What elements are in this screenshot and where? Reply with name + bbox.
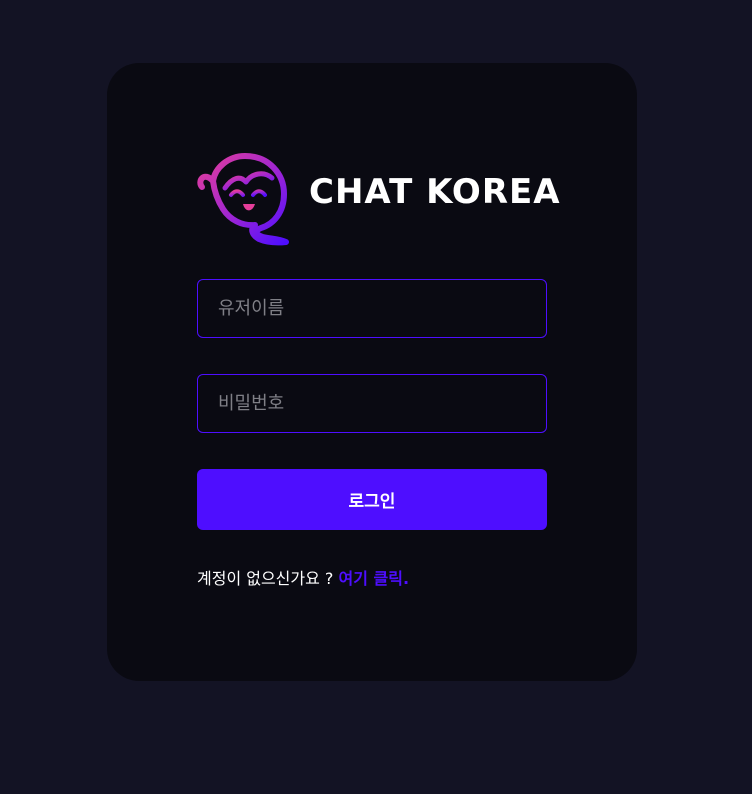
password-field[interactable]	[197, 374, 547, 433]
brand-title: CHAT KOREA	[309, 172, 561, 212]
username-field[interactable]	[197, 279, 547, 338]
signup-link[interactable]: 여기 클릭.	[339, 569, 410, 588]
login-card: CHAT KOREA 로그인 계정이 없으신가요 ? 여기 클릭.	[107, 63, 637, 681]
chat-girl-logo-icon	[197, 151, 295, 247]
login-button[interactable]: 로그인	[197, 469, 547, 530]
brand-header: CHAT KOREA	[197, 151, 560, 247]
signup-prompt: 계정이 없으신가요 ? 여기 클릭.	[197, 568, 547, 590]
password-input[interactable]	[198, 375, 546, 432]
username-input[interactable]	[198, 280, 546, 337]
signup-question: 계정이 없으신가요 ?	[197, 569, 334, 588]
